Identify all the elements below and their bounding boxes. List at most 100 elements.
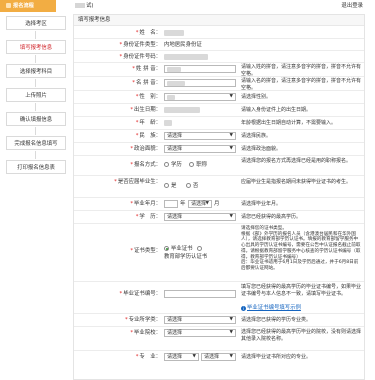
redacted-name [164, 30, 184, 36]
school-label: 毕业院校： [134, 330, 161, 336]
info-icon: i [241, 306, 246, 311]
given-pinyin-label: 名 拼 音： [136, 80, 161, 86]
cert-number-input[interactable] [164, 290, 236, 298]
redacted-text [167, 94, 175, 100]
political-value: 请选择 [167, 146, 183, 152]
major-category-hint: 请选择您已获得的学历专业类。 [241, 317, 312, 323]
form-row-age: *年 龄： 年龄根据出生日期自动计算，不需要输入。 [74, 117, 364, 130]
radio-title[interactable] [189, 162, 195, 167]
given-pinyin-input[interactable] [164, 79, 236, 87]
major-label: 专 业： [139, 354, 161, 360]
redacted-id-number [164, 54, 208, 60]
sidebar: 选择考区 填写报考信息 选择报考科目 上传照片 确认填报信息 完成报名信息填写 … [0, 12, 70, 380]
grad-month-select[interactable]: 请选择 ▼ [188, 200, 212, 208]
gender-select[interactable]: ▼ [164, 93, 236, 101]
ethnicity-hint: 请选择民族。 [241, 133, 272, 139]
cert-number-hint: 填写您已经获得的最高学历的毕业证书编号，如果毕业证书编号与本人信息不一致，请填写… [241, 284, 362, 297]
birth-date-hint: 请输入身份证件上的出生日期。 [241, 107, 312, 113]
chevron-down-icon: ▼ [229, 146, 233, 151]
grad-year-input[interactable] [164, 200, 178, 208]
major-select-1[interactable]: 请选择 ▼ [164, 353, 199, 361]
cert-type-radios: 毕业证书 教育部学历认证书 [164, 245, 207, 261]
required-mark: * [132, 66, 135, 72]
id-type-value: 内地居民身份证 [164, 42, 202, 48]
gender-hint: 请选择性别。 [241, 94, 272, 100]
sidebar-item-fill-info[interactable]: 填写报考信息 [6, 40, 66, 54]
major-category-label: 专业所学类： [128, 317, 161, 323]
month-unit: 月 [214, 201, 220, 207]
form-row-birth-date: *出生日期： 请输入身份证件上的出生日期。 [74, 104, 364, 117]
logout-link[interactable]: 退出登录 [341, 3, 363, 10]
chevron-down-icon: ▼ [192, 354, 196, 359]
form-row-ethnicity: *民 族： 请选择 ▼ 请选择民族。 [74, 130, 364, 143]
radio-moe-cert[interactable] [197, 246, 203, 251]
education-select[interactable]: 请选择 ▼ [164, 213, 236, 221]
redacted-age [164, 120, 172, 126]
education-hint: 请您已经获得的最高学历。 [241, 214, 302, 220]
gender-label: 性 别： [139, 94, 161, 100]
cert-number-label: 毕业证书编号： [123, 291, 161, 297]
breadcrumb: 试) [75, 3, 94, 10]
radio-no[interactable] [185, 183, 191, 188]
school-select[interactable]: 请选择 ▼ [164, 329, 236, 337]
redacted-birth-date [164, 107, 200, 113]
surname-pinyin-input[interactable] [164, 65, 236, 73]
cert-example-link[interactable]: 毕业证书编号填写示例 [247, 305, 301, 311]
redacted-text [167, 80, 185, 86]
form-row-surname-pinyin: *姓 拼 音： 请输入姓的拼音，请注意多音字的拼音，拼音不允许有空格。 [74, 63, 364, 77]
school-value: 请选择 [167, 330, 183, 336]
sidebar-item-select-subjects[interactable]: 选择报考科目 [6, 64, 66, 78]
cert-type-hint: 请选择您的证书类型。 根据《部》外学历的报名人员（含港澳台居民和在华外国人），请… [241, 226, 361, 272]
chevron-down-icon: ▼ [229, 354, 233, 359]
radio-yes[interactable] [164, 183, 169, 188]
cert-example-link-wrap[interactable]: i 毕业证书编号填写示例 [241, 305, 301, 312]
required-mark: * [114, 179, 117, 185]
form-row-major-category: *专业所学类： 请选择 ▼ 请选择您已获得的学历专业类。 [74, 314, 364, 327]
form-row-cert-type: *证书类型： 毕业证书 教育部学历认证书 请选择您的证书类型。 根据《部》外学历… [74, 224, 364, 282]
radio-education[interactable] [164, 162, 169, 167]
major-category-select[interactable]: 请选择 ▼ [164, 316, 236, 324]
fresh-graduate-label: 是否应届毕业生： [117, 179, 161, 185]
form-row-given-pinyin: *名 拼 音： 请输入名的拼音，请注意多音字的拼音，拼音不允许有空格。 [74, 77, 364, 91]
form-row-cert-number: *毕业证书编号： 填写您已经获得的最高学历的毕业证书编号，如果毕业证书编号与本人… [74, 282, 364, 314]
chevron-down-icon: ▼ [229, 133, 233, 138]
age-label: 年 龄： [139, 120, 161, 126]
major-value-2: 请选择 [204, 354, 220, 360]
breadcrumb-tail: 试) [86, 3, 94, 9]
major-category-value: 请选择 [167, 317, 183, 323]
birth-date-label: 出生日期： [134, 107, 161, 113]
form-row-name: *姓 名： [74, 27, 364, 39]
sidebar-item-print-form[interactable]: 打印报名信息表 [6, 160, 66, 174]
cert-type-label: 证书类型： [134, 248, 161, 254]
required-mark: * [119, 291, 123, 297]
required-mark: * [119, 42, 123, 48]
major-select-2[interactable]: 请选择 ▼ [201, 353, 236, 361]
form-row-education: *学 历： 请选择 ▼ 请您已经获得的最高学历。 [74, 211, 364, 224]
radio-diploma[interactable] [164, 246, 169, 251]
form-title: 填写报考信息 [74, 15, 364, 26]
chevron-down-icon: ▼ [229, 317, 233, 322]
chevron-down-icon: ▼ [229, 330, 233, 335]
political-select[interactable]: 请选择 ▼ [164, 145, 236, 153]
brand-banner: 报名流程 [0, 0, 56, 12]
sidebar-item-select-area[interactable]: 选择考区 [6, 16, 66, 30]
name-label: 姓 名： [139, 30, 161, 36]
redacted-text [167, 66, 181, 72]
radio-moe-cert-label: 教育部学历认证书 [164, 254, 208, 261]
fresh-graduate-hint: 应届毕业生是指报名期间未获得毕业证书的考生。 [241, 179, 352, 185]
required-mark: * [130, 107, 134, 113]
sidebar-item-confirm-info[interactable]: 确认填报信息 [6, 112, 66, 126]
surname-pinyin-label: 姓 拼 音： [136, 66, 161, 72]
chevron-down-icon: ▼ [229, 94, 233, 99]
ethnicity-select[interactable]: 请选择 ▼ [164, 132, 236, 140]
required-mark: * [130, 248, 134, 254]
step-connector [35, 127, 36, 135]
form-row-apply-mode: *报名方式： 学历 职称 请选择您的报名方式再选择已经是用的职称报名。 [74, 156, 364, 176]
sidebar-item-complete-info[interactable]: 完成报名信息填写 [6, 136, 66, 150]
sidebar-item-upload-photo[interactable]: 上传照片 [6, 88, 66, 102]
education-value: 请选择 [167, 214, 183, 220]
form-row-grad-date: *毕业年月： 年 请选择 ▼ 月 请选择毕业年月。 [74, 198, 364, 211]
apply-mode-radios: 学历 职称 [164, 162, 207, 169]
home-icon [6, 3, 11, 8]
id-type-label: 身份证件类型： [123, 42, 161, 48]
